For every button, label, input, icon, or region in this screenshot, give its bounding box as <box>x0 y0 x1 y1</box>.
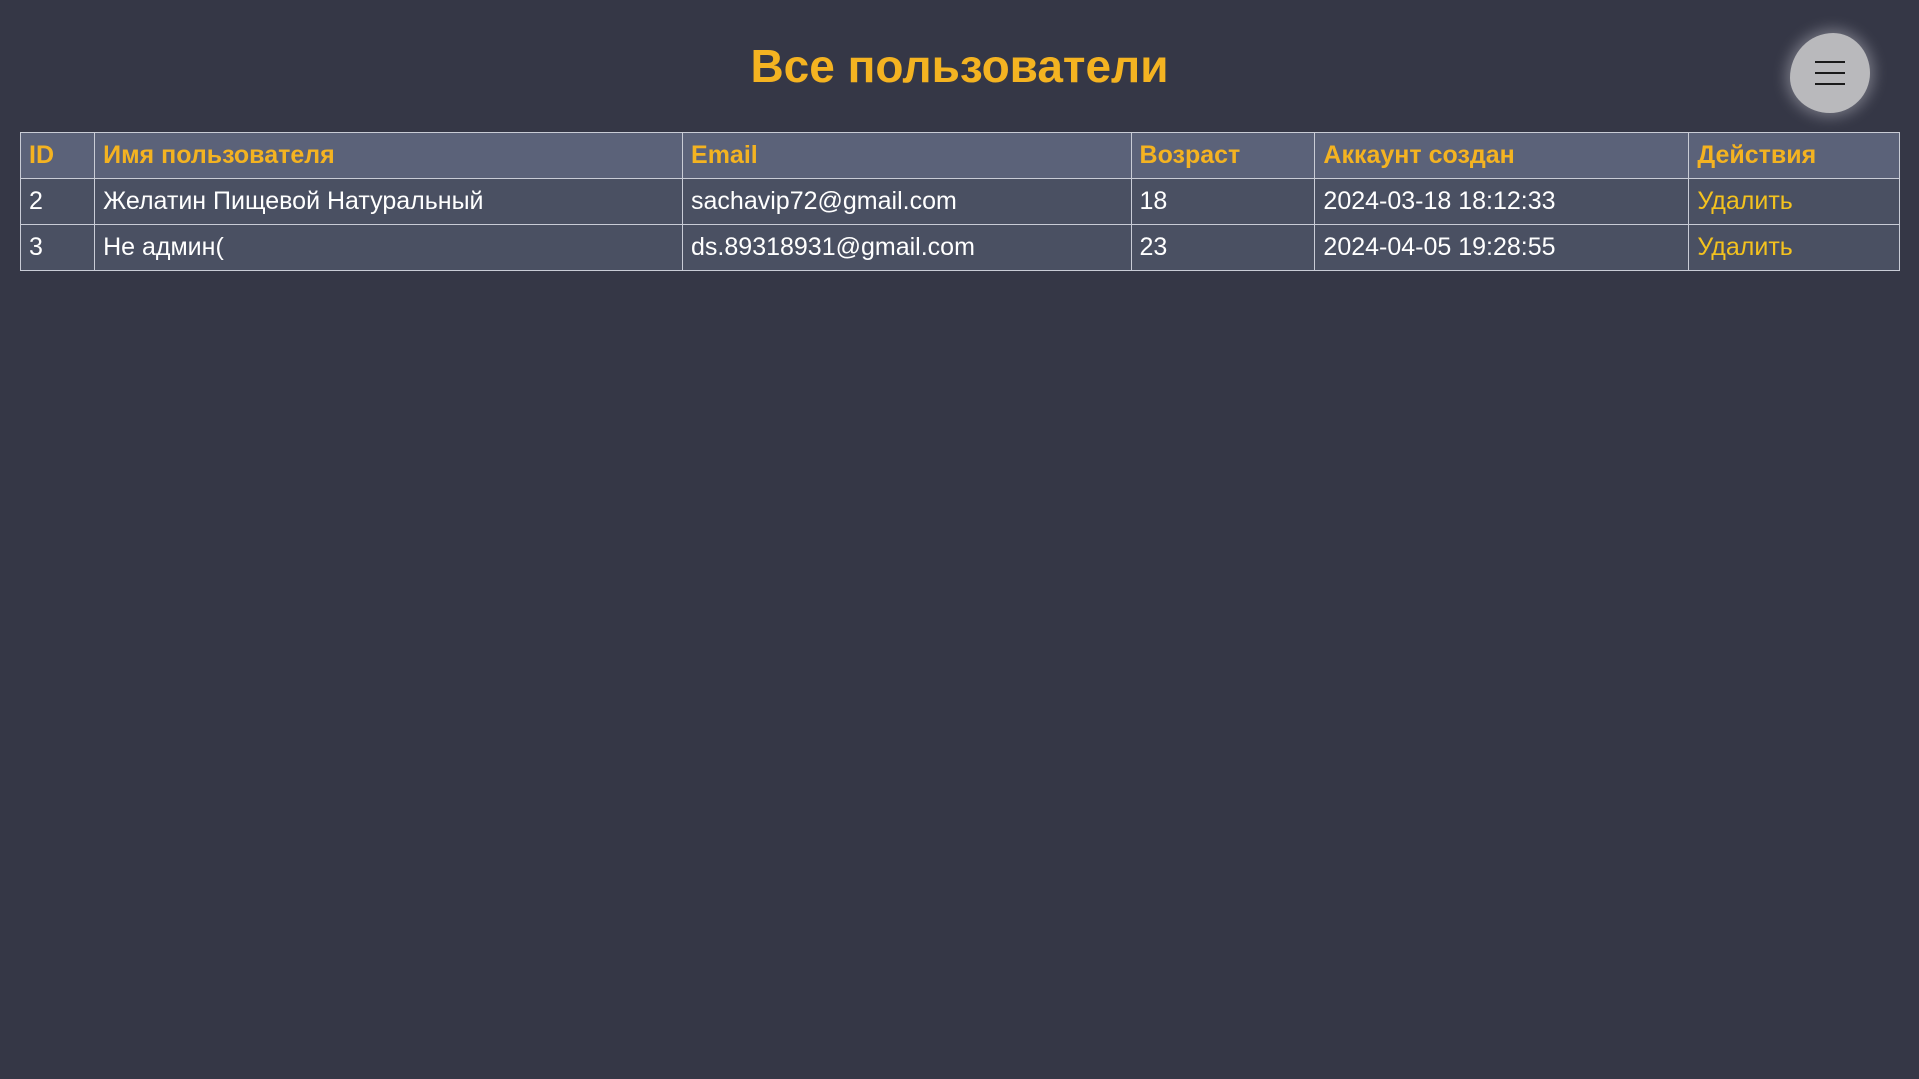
column-header-actions: Действия <box>1688 132 1900 179</box>
column-header-age: Возраст <box>1130 132 1316 179</box>
column-header-email: Email <box>682 132 1132 179</box>
cell-created: 2024-04-05 19:28:55 <box>1314 224 1690 271</box>
cell-age: 18 <box>1130 178 1316 225</box>
cell-email: ds.89318931@gmail.com <box>682 224 1132 271</box>
cell-username: Не админ( <box>94 224 684 271</box>
column-header-id: ID <box>19 132 96 179</box>
page-title: Все пользователи <box>750 40 1169 92</box>
users-table: ID Имя пользователя Email Возраст Аккаун… <box>19 132 1900 271</box>
table-row: 3 Не админ( ds.89318931@gmail.com 23 202… <box>19 224 1900 271</box>
delete-user-link[interactable]: Удалить <box>1688 178 1900 225</box>
cell-age: 23 <box>1130 224 1316 271</box>
table-header-row: ID Имя пользователя Email Возраст Аккаун… <box>19 132 1900 179</box>
menu-button[interactable] <box>1790 33 1870 113</box>
cell-id: 3 <box>19 224 96 271</box>
cell-email: sachavip72@gmail.com <box>682 178 1132 225</box>
table-row: 2 Желатин Пищевой Натуральный sachavip72… <box>19 178 1900 225</box>
cell-username: Желатин Пищевой Натуральный <box>94 178 684 225</box>
cell-id: 2 <box>19 178 96 225</box>
delete-user-link[interactable]: Удалить <box>1688 224 1900 271</box>
hamburger-menu-icon <box>1815 61 1845 85</box>
column-header-created: Аккаунт создан <box>1314 132 1690 179</box>
users-page: Все пользователи ID Имя пользователя Ema… <box>0 0 1919 1079</box>
column-header-username: Имя пользователя <box>94 132 684 179</box>
cell-created: 2024-03-18 18:12:33 <box>1314 178 1690 225</box>
